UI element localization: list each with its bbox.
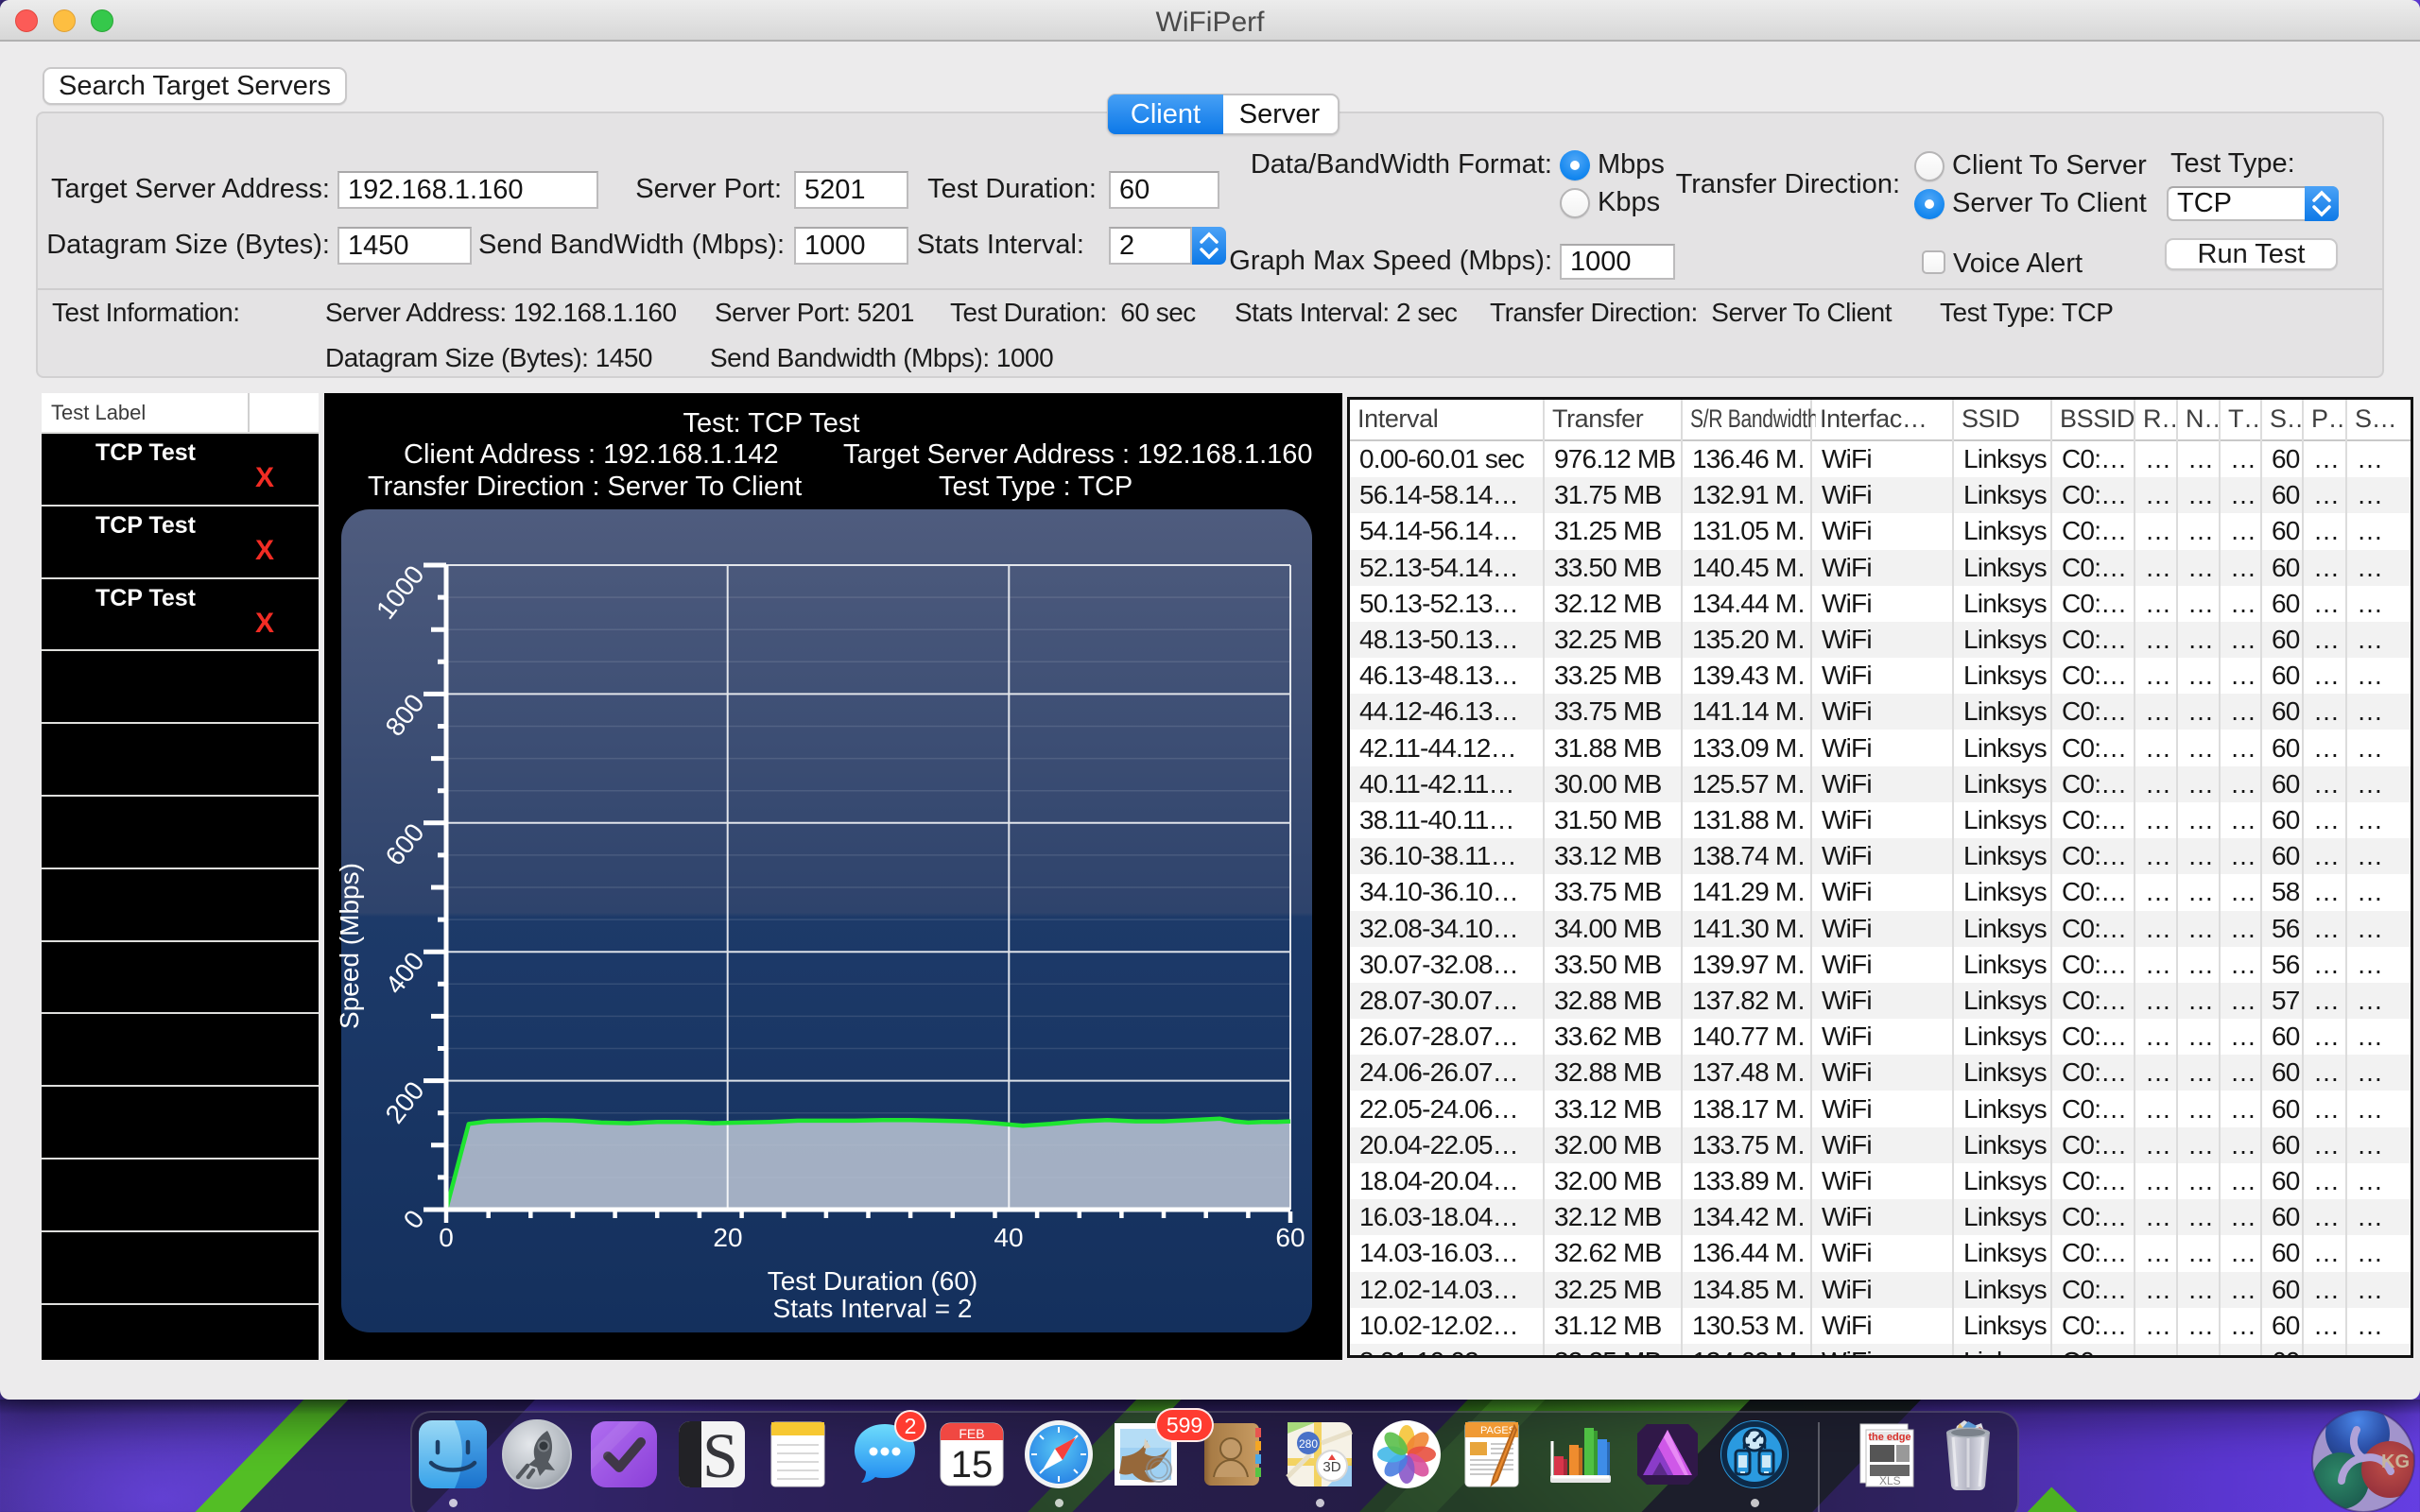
svg-text:280: 280 [1299, 1437, 1318, 1451]
svg-text:Test Duration (60): Test Duration (60) [768, 1266, 978, 1296]
svg-text:0: 0 [439, 1223, 454, 1252]
svg-text:60: 60 [1275, 1223, 1305, 1252]
svg-text:FEB: FEB [959, 1426, 984, 1441]
svg-text:20: 20 [713, 1223, 742, 1252]
svg-text:Target Server Address : 192.16: Target Server Address : 192.168.1.160 [843, 439, 1313, 470]
svg-text:3D: 3D [1322, 1459, 1340, 1475]
svg-text:Stats Interval = 2: Stats Interval = 2 [773, 1294, 973, 1323]
svg-text:40: 40 [994, 1223, 1023, 1252]
svg-text:Test Type : TCP: Test Type : TCP [939, 472, 1132, 502]
svg-text:S: S [702, 1419, 738, 1490]
svg-text:the edge: the edge [1868, 1432, 1910, 1443]
svg-text:15: 15 [951, 1444, 994, 1486]
svg-text:Client Address : 192.168.1.142: Client Address : 192.168.1.142 [404, 439, 779, 470]
svg-text:Transfer Direction : Server To: Transfer Direction : Server To Client [368, 472, 802, 502]
svg-text:XLS: XLS [1879, 1474, 1901, 1487]
svg-text:KG: KG [2381, 1452, 2410, 1472]
svg-text:Speed (Mbps): Speed (Mbps) [335, 863, 364, 1029]
svg-text:Test: TCP Test: Test: TCP Test [683, 408, 860, 438]
